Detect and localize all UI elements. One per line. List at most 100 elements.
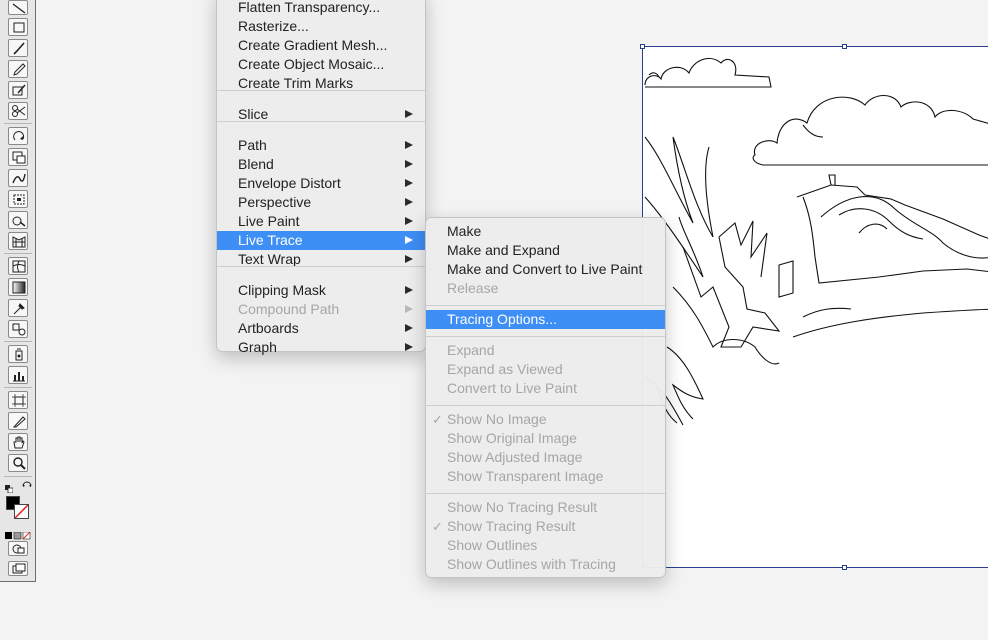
menu-item-label: Convert to Live Paint (447, 380, 577, 396)
selection-handle[interactable] (842, 44, 847, 49)
blend-tool-icon[interactable] (8, 320, 28, 338)
menu-item-rasterize[interactable]: Rasterize... (217, 17, 425, 36)
menu-item-label: Text Wrap (238, 251, 301, 267)
menu-item-label: Expand as Viewed (447, 361, 563, 377)
free-transform-tool-icon[interactable] (8, 190, 28, 208)
menu-item-label: Blend (238, 156, 274, 172)
menu-item-label: Path (238, 137, 267, 153)
live-trace-item-expand-as-viewed: Expand as Viewed (426, 360, 665, 379)
menu-item-blend[interactable]: Blend (217, 155, 425, 174)
menu-item-label: Release (447, 280, 499, 296)
shape-builder-tool-icon[interactable] (8, 211, 28, 229)
menu-item-path[interactable]: Path (217, 136, 425, 155)
menu-item-label: Tracing Options... (447, 311, 557, 327)
submenu-arrow-icon (405, 324, 413, 332)
rotate-tool-icon[interactable] (8, 127, 28, 145)
live-trace-item-expand: Expand (426, 341, 665, 360)
menu-item-label: Show Outlines with Tracing (447, 556, 616, 572)
submenu-arrow-icon (405, 286, 413, 294)
menu-item-label: Expand (447, 342, 495, 358)
screen-mode-icon[interactable] (8, 561, 28, 576)
scale-tool-icon[interactable] (8, 148, 28, 166)
menu-item-live-paint[interactable]: Live Paint (217, 212, 425, 231)
eyedropper-tool-icon[interactable] (8, 299, 28, 317)
menu-item-label: Make and Expand (447, 242, 560, 258)
menu-item-flatten-transparency[interactable]: Flatten Transparency... (217, 0, 425, 17)
submenu-arrow-icon (405, 160, 413, 168)
blob-brush-tool-icon[interactable] (8, 81, 28, 99)
tools-panel (0, 0, 36, 582)
perspective-grid-tool-icon[interactable] (8, 232, 28, 250)
menu-separator (217, 90, 425, 91)
artboard[interactable] (642, 46, 988, 568)
stroke-swatch[interactable] (14, 504, 29, 519)
gradient-tool-icon[interactable] (8, 278, 28, 296)
menu-item-label: Create Object Mosaic... (238, 56, 385, 72)
menu-item-label: Show Tracing Result (447, 518, 576, 534)
menu-item-live-trace[interactable]: Live Trace (217, 231, 425, 250)
menu-item-label: Show Transparent Image (447, 468, 604, 484)
column-graph-tool-icon[interactable] (8, 366, 28, 384)
symbol-sprayer-tool-icon[interactable] (8, 345, 28, 363)
live-trace-item-show-adjusted-image: Show Adjusted Image (426, 448, 665, 467)
menu-item-label: Slice (238, 106, 269, 122)
menu-item-label: Envelope Distort (238, 175, 341, 191)
selection-handle[interactable] (640, 44, 645, 49)
artboard-tool-icon[interactable] (8, 391, 28, 409)
menu-separator (426, 405, 665, 406)
menu-separator (426, 305, 665, 306)
live-trace-item-show-original-image: Show Original Image (426, 429, 665, 448)
menu-separator (426, 336, 665, 337)
menu-item-label: Show Adjusted Image (447, 449, 583, 465)
live-trace-submenu: Make Make and Expand Make and Convert to L… (425, 217, 666, 578)
submenu-arrow-icon (405, 305, 413, 313)
menu-item-create-gradient-mesh[interactable]: Create Gradient Mesh... (217, 36, 425, 55)
submenu-arrow-icon (405, 141, 413, 149)
live-trace-item-make[interactable]: Make (426, 222, 665, 241)
swap-colors-icon[interactable] (22, 478, 32, 488)
rectangle-tool-icon[interactable] (8, 18, 28, 36)
menu-item-label: Live Paint (238, 213, 300, 229)
menu-item-envelope-distort[interactable]: Envelope Distort (217, 174, 425, 193)
pencil-tool-icon[interactable] (8, 60, 28, 78)
submenu-arrow-icon (405, 255, 413, 263)
live-trace-item-release: Release (426, 279, 665, 298)
default-colors-icon[interactable] (5, 480, 14, 494)
hand-tool-icon[interactable] (8, 433, 28, 451)
live-trace-item-tracing-options[interactable]: Tracing Options... (426, 310, 665, 329)
mesh-tool-icon[interactable] (8, 257, 28, 275)
zoom-tool-icon[interactable] (8, 454, 28, 472)
menu-item-label: Compound Path (238, 301, 340, 317)
menu-separator (217, 121, 425, 122)
selection-handle[interactable] (842, 565, 847, 570)
menu-item-label: Show Original Image (447, 430, 577, 446)
menu-item-label: Clipping Mask (238, 282, 326, 298)
line-segment-tool-icon[interactable] (8, 0, 28, 15)
live-trace-item-make-and-convert-to-live-paint[interactable]: Make and Convert to Live Paint (426, 260, 665, 279)
checkmark-icon: ✓ (432, 412, 443, 427)
live-trace-item-show-outlines-with-tracing: Show Outlines with Tracing (426, 555, 665, 574)
menu-item-clipping-mask[interactable]: Clipping Mask (217, 281, 425, 300)
menu-item-label: Rasterize... (238, 18, 309, 34)
submenu-arrow-icon (405, 236, 413, 244)
menu-item-graph[interactable]: Graph (217, 338, 425, 357)
warp-tool-icon[interactable] (8, 169, 28, 187)
slice-tool-icon[interactable] (8, 412, 28, 430)
paintbrush-tool-icon[interactable] (8, 39, 28, 57)
menu-item-label: Flatten Transparency... (238, 0, 381, 15)
live-trace-item-make-and-expand[interactable]: Make and Expand (426, 241, 665, 260)
menu-item-label: Show Outlines (447, 537, 538, 553)
menu-item-create-object-mosaic[interactable]: Create Object Mosaic... (217, 55, 425, 74)
menu-item-artboards[interactable]: Artboards (217, 319, 425, 338)
menu-item-compound-path: Compound Path (217, 300, 425, 319)
menu-item-label: Artboards (238, 320, 299, 336)
menu-item-perspective[interactable]: Perspective (217, 193, 425, 212)
menu-item-label: Show No Image (447, 411, 547, 427)
scissors-tool-icon[interactable] (8, 102, 28, 120)
live-trace-item-show-no-image: ✓ Show No Image (426, 410, 665, 429)
live-trace-item-show-tracing-result: ✓ Show Tracing Result (426, 517, 665, 536)
color-mode-icon[interactable] (5, 527, 31, 540)
menu-separator (217, 266, 425, 267)
drawing-mode-icon[interactable] (8, 541, 28, 556)
menu-item-label: Create Trim Marks (238, 75, 354, 91)
